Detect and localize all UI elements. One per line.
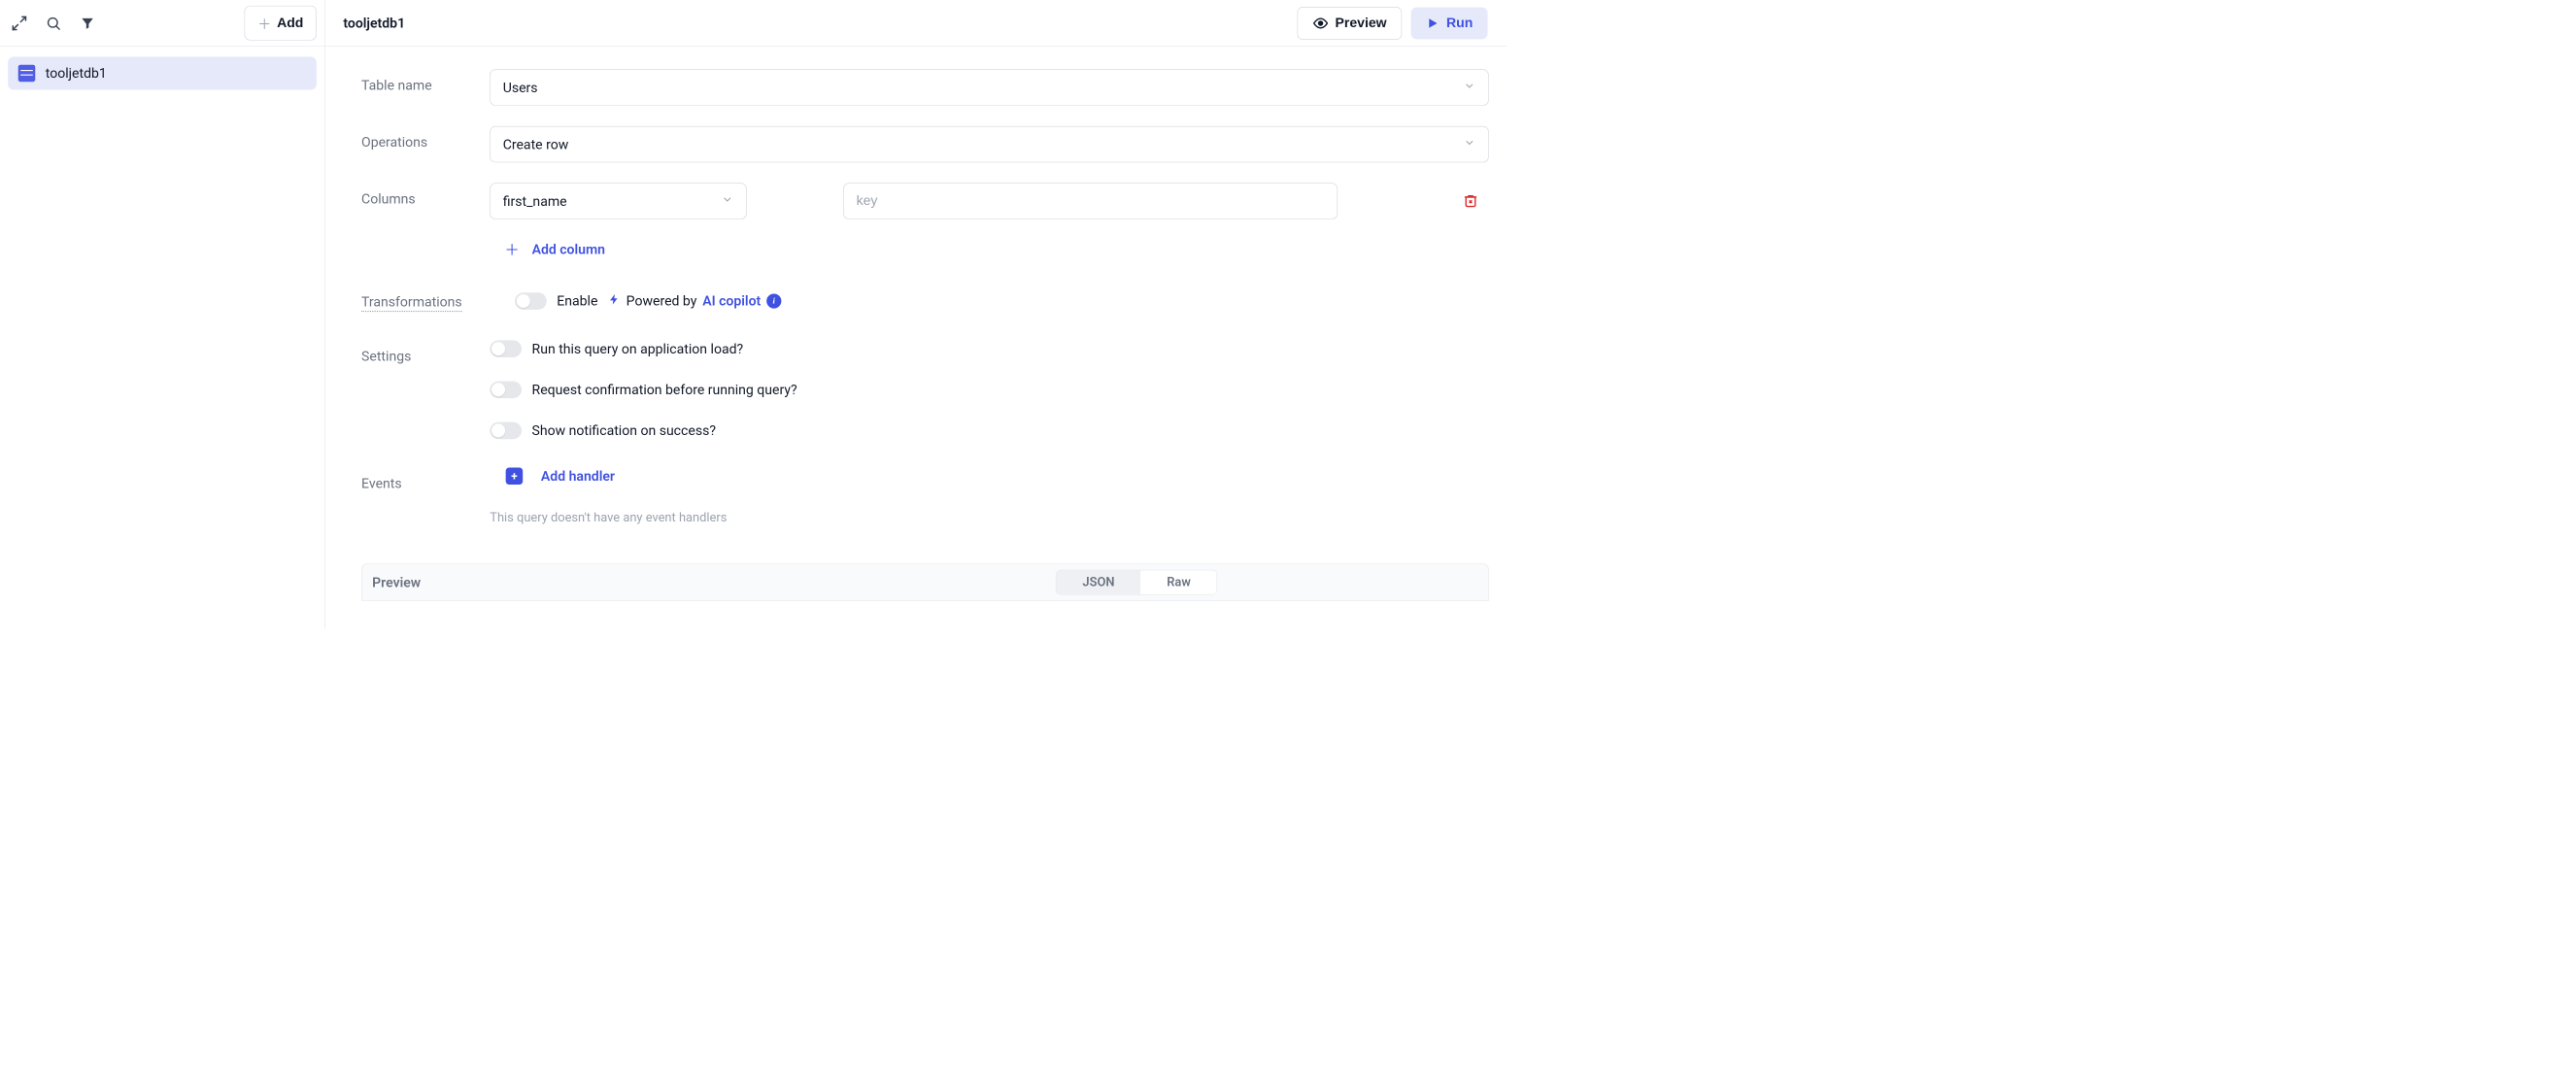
tab-raw[interactable]: Raw (1140, 570, 1216, 594)
column-entry: first_name (490, 183, 1488, 218)
setting-label: Run this query on application load? (532, 341, 744, 356)
main-panel: tooljetdb1 Preview Run Table name (325, 0, 1508, 629)
setting-confirm: Request confirmation before running quer… (490, 382, 1488, 399)
row-transformations: Transformations Enable Powered by AI cop… (361, 290, 1489, 312)
query-title: tooljetdb1 (343, 16, 405, 31)
setting-label: Show notification on success? (532, 422, 716, 438)
add-button-label: Add (277, 16, 303, 31)
table-name-select[interactable]: Users (490, 69, 1488, 105)
no-handlers-text: This query doesn't have any event handle… (490, 511, 1488, 525)
notify-toggle[interactable] (490, 422, 522, 440)
setting-notify: Show notification on success? (490, 422, 1488, 440)
column-key-input[interactable] (843, 183, 1338, 218)
info-icon[interactable]: i (766, 293, 781, 308)
row-columns: Columns first_name (361, 183, 1489, 265)
preview-button-label: Preview (1336, 16, 1387, 31)
column-name-value: first_name (503, 193, 567, 209)
preview-panel-wrap: Preview JSON Raw (361, 563, 1489, 601)
chevron-down-icon (721, 193, 733, 209)
queries-list: tooljetdb1 (0, 47, 324, 100)
eye-icon (1312, 16, 1328, 31)
label-events: Events (361, 467, 490, 491)
bolt-icon (608, 293, 621, 309)
delete-column-button[interactable] (1463, 193, 1478, 209)
run-button-label: Run (1446, 16, 1473, 31)
table-name-value: Users (503, 80, 538, 95)
query-item-label: tooljetdb1 (46, 65, 107, 81)
search-icon[interactable] (42, 12, 64, 34)
setting-run-on-load: Run this query on application load? (490, 340, 1488, 357)
run-on-load-toggle[interactable] (490, 340, 522, 357)
collapse-icon[interactable] (8, 12, 30, 34)
label-columns: Columns (361, 183, 490, 207)
add-handler-label: Add handler (541, 468, 615, 484)
enable-label: Enable (557, 293, 597, 309)
preview-tabs: JSON Raw (1056, 570, 1217, 595)
header-actions: Preview Run (1297, 7, 1488, 40)
play-icon (1426, 17, 1440, 30)
trash-icon (1463, 193, 1478, 209)
add-handler-button[interactable]: + Add handler (490, 467, 1488, 485)
filter-icon[interactable] (76, 12, 98, 34)
run-button[interactable]: Run (1411, 7, 1488, 39)
sidebar-toolbar: ＋ Add (0, 0, 324, 47)
label-operations: Operations (361, 126, 490, 151)
column-name-select[interactable]: first_name (490, 183, 746, 218)
operations-value: Create row (503, 136, 569, 151)
add-column-label: Add column (532, 241, 605, 256)
confirm-toggle[interactable] (490, 382, 522, 399)
database-icon (18, 65, 36, 83)
query-header: tooljetdb1 Preview Run (325, 0, 1508, 47)
row-events: Events + Add handler This query doesn't … (361, 467, 1489, 524)
preview-panel: Preview JSON Raw (361, 563, 1489, 601)
plus-icon: ＋ (504, 239, 519, 260)
query-item-tooljetdb1[interactable]: tooljetdb1 (8, 56, 317, 89)
label-settings: Settings (361, 340, 490, 364)
operations-select[interactable]: Create row (490, 126, 1488, 162)
add-query-button[interactable]: ＋ Add (245, 6, 317, 41)
tab-json[interactable]: JSON (1057, 570, 1141, 594)
ai-copilot-link[interactable]: AI copilot (702, 293, 761, 309)
row-settings: Settings Run this query on application l… (361, 340, 1489, 439)
preview-button[interactable]: Preview (1297, 7, 1402, 40)
row-table-name: Table name Users (361, 69, 1489, 105)
app-root: ＋ Add tooljetdb1 tooljetdb1 Preview (0, 0, 1507, 629)
query-form: Table name Users Operations Create row (325, 47, 1508, 629)
powered-text: Powered by (627, 293, 697, 309)
plus-icon: ＋ (257, 13, 271, 32)
plus-square-icon: + (506, 467, 524, 485)
add-column-button[interactable]: ＋ Add column (490, 233, 620, 265)
row-operations: Operations Create row (361, 126, 1489, 162)
queries-sidebar: ＋ Add tooljetdb1 (0, 0, 325, 629)
preview-panel-label: Preview (372, 574, 421, 589)
chevron-down-icon (1463, 136, 1475, 151)
chevron-down-icon (1463, 80, 1475, 95)
powered-by: Powered by AI copilot i (608, 293, 781, 309)
setting-label: Request confirmation before running quer… (532, 382, 797, 397)
label-transformations: Transformations (361, 293, 462, 312)
transformations-toggle[interactable] (515, 292, 547, 310)
label-table-name: Table name (361, 69, 490, 93)
